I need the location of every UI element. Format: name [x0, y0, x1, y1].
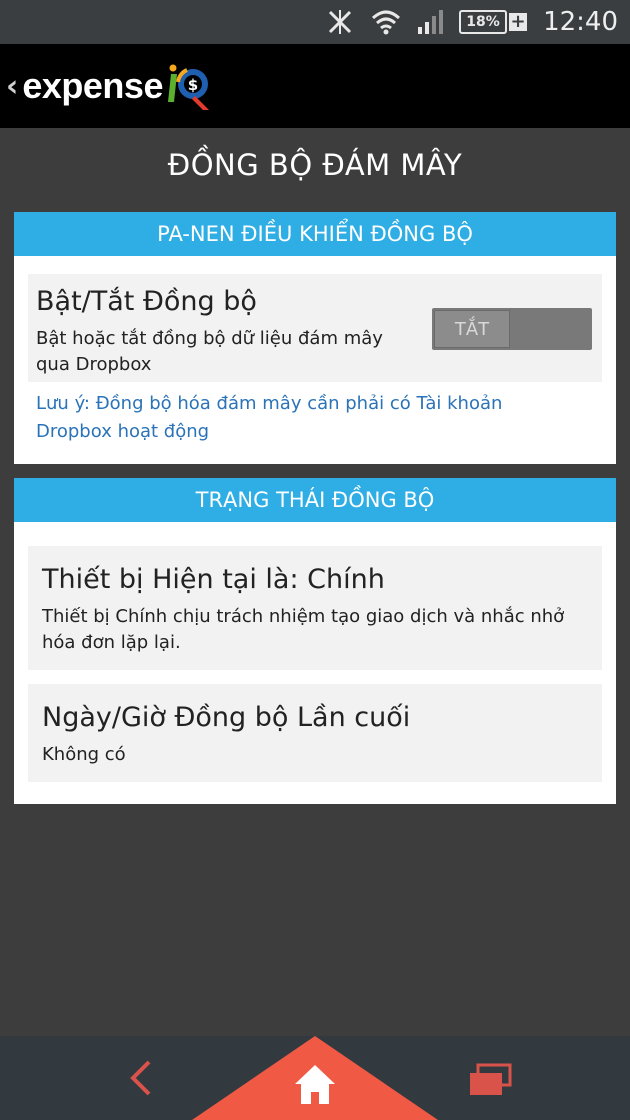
dropbox-account-note[interactable]: Lưu ý: Đồng bộ hóa đám mây cần phải có T…	[36, 390, 576, 446]
last-sync-title: Ngày/Giờ Đồng bộ Lần cuối	[42, 702, 411, 733]
current-device-card[interactable]: Thiết bị Hiện tại là: Chính Thiết bị Chí…	[28, 546, 602, 670]
back-arrow-icon	[130, 1060, 151, 1096]
sync-toggle-card: Bật/Tắt Đồng bộ Bật hoặc tắt đồng bộ dữ …	[28, 274, 602, 382]
back-button[interactable]: ‹	[6, 69, 18, 104]
sync-toggle-description: Bật hoặc tắt đồng bộ dữ liệu đám mây qua…	[36, 328, 383, 375]
current-device-description: Thiết bị Chính chịu trách nhiệm tạo giao…	[42, 606, 565, 653]
bottom-navigation	[0, 1036, 630, 1120]
recent-apps-icon	[470, 1063, 512, 1095]
sync-control-panel-header: PA-NEN ĐIỀU KHIỂN ĐỒNG BỘ	[14, 212, 616, 256]
app-bar: ‹ expense $	[0, 44, 630, 128]
sync-toggle-state: TẮT	[434, 310, 510, 348]
svg-text:$: $	[188, 76, 198, 94]
status-time: 12:40	[543, 7, 618, 37]
sync-status-panel: TRẠNG THÁI ĐỒNG BỘ Thiết bị Hiện tại là:…	[14, 478, 616, 804]
nav-back-button[interactable]	[112, 1050, 168, 1106]
battery-icon: 18% +	[459, 10, 528, 34]
sync-status-panel-header: TRẠNG THÁI ĐỒNG BỘ	[14, 478, 616, 522]
iq-logo-icon: $	[165, 60, 211, 112]
last-sync-card: Ngày/Giờ Đồng bộ Lần cuối Không có	[28, 684, 602, 782]
sync-control-panel: PA-NEN ĐIỀU KHIỂN ĐỒNG BỘ Bật/Tắt Đồng b…	[14, 212, 616, 464]
last-sync-value: Không có	[42, 744, 126, 765]
no-signal-x-icon	[325, 7, 355, 37]
page-title: ĐỒNG BỘ ĐÁM MÂY	[167, 148, 463, 182]
home-highlight	[192, 1036, 438, 1120]
status-bar: 18% + 12:40	[0, 0, 630, 44]
sync-toggle-switch[interactable]: TẮT	[432, 308, 592, 350]
battery-level: 18%	[459, 10, 508, 34]
home-icon	[295, 1065, 335, 1104]
cell-signal-icon	[417, 9, 444, 35]
sync-toggle-title: Bật/Tắt Đồng bộ	[36, 286, 257, 317]
current-device-title: Thiết bị Hiện tại là: Chính	[42, 564, 385, 595]
battery-charging-icon: +	[509, 11, 528, 32]
app-logo-text: expense	[22, 65, 163, 106]
wifi-icon	[371, 9, 401, 35]
nav-home-button[interactable]	[290, 1060, 340, 1110]
nav-recent-apps-button[interactable]	[462, 1052, 518, 1108]
